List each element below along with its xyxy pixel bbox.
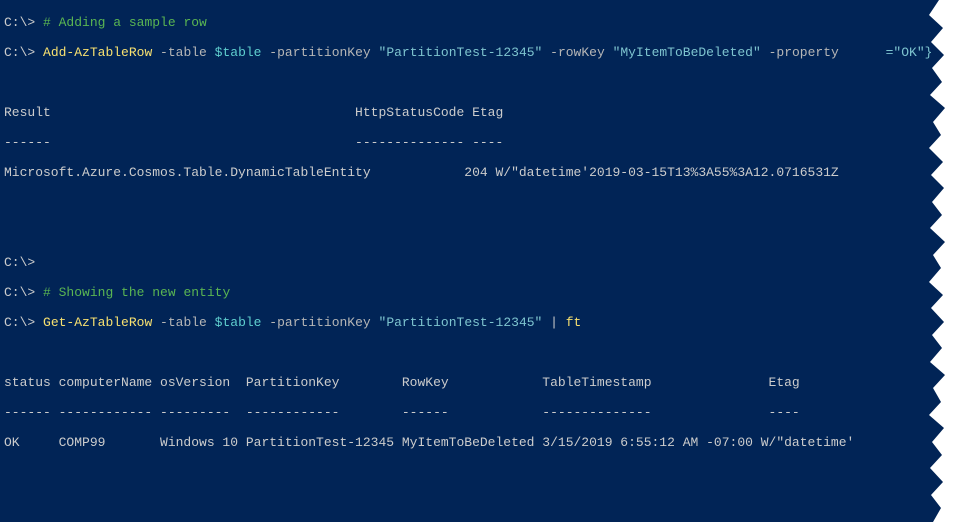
param: -partitionKey [261,315,378,330]
output-row: OK COMP99 Windows 10 PartitionTest-12345… [4,435,953,450]
param: -table [152,45,214,60]
output-header: Result HttpStatusCode Etag [4,105,953,120]
terminal-line: C:\> Get-AzTableRow -table $table -parti… [4,315,953,330]
string-tail: ="OK"} [847,45,933,60]
param: -property [761,45,847,60]
prompt: C:\> [4,45,35,60]
string: "PartitionTest-12345" [379,315,543,330]
cmdlet: Get-AzTableRow [43,315,152,330]
comment-text: # Showing the new entity [43,285,230,300]
terminal-line: C:\> Add-AzTableRow -table $table -parti… [4,45,953,60]
terminal-line: C:\> [4,255,953,270]
terminal-line: C:\> # Showing the new entity [4,285,953,300]
cmdlet: Add-AzTableRow [43,45,152,60]
param: -table [152,315,214,330]
prompt: C:\> [4,315,35,330]
blank-line [4,465,953,480]
param: -partitionKey [261,45,378,60]
output-separator: ------ -------------- ---- [4,135,953,150]
blank-line [4,345,953,360]
param: -rowKey [542,45,612,60]
cmdlet: ft [566,315,582,330]
powershell-terminal[interactable]: C:\> # Adding a sample row C:\> Add-AzTa… [0,0,957,522]
prompt: C:\> [4,15,35,30]
variable: $table [215,315,262,330]
output-separator: ------ ------------ --------- ----------… [4,405,953,420]
pipe: | [542,315,565,330]
variable: $table [215,45,262,60]
blank-line [4,495,953,510]
blank-line [4,225,953,240]
string: "MyItemToBeDeleted" [613,45,761,60]
output-header: status computerName osVersion PartitionK… [4,375,953,390]
string: "PartitionTest-12345" [379,45,543,60]
terminal-line: C:\> # Adding a sample row [4,15,953,30]
comment-text: # Adding a sample row [43,15,207,30]
output-row: Microsoft.Azure.Cosmos.Table.DynamicTabl… [4,165,953,180]
prompt: C:\> [4,255,35,270]
prompt: C:\> [4,285,35,300]
blank-line [4,195,953,210]
blank-line [4,75,953,90]
